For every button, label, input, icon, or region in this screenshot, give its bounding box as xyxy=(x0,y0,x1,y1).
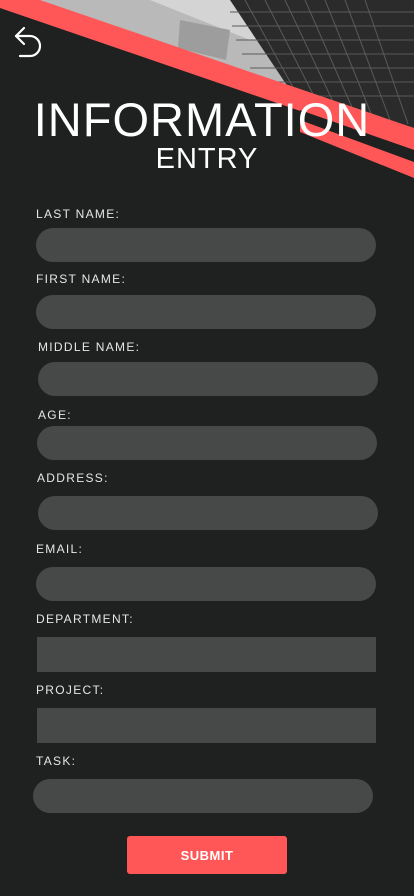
department-input[interactable] xyxy=(37,637,376,672)
back-button[interactable] xyxy=(12,22,46,62)
middle-name-input[interactable] xyxy=(38,362,378,396)
first-name-input[interactable] xyxy=(36,295,376,329)
information-entry-screen: INFORMATION ENTRY LAST NAME: FIRST NAME:… xyxy=(0,0,414,896)
task-label: TASK: xyxy=(36,754,77,768)
back-arrow-icon xyxy=(14,26,42,58)
page-title: INFORMATION xyxy=(33,93,371,146)
project-input[interactable] xyxy=(37,708,376,743)
department-label: DEPARTMENT: xyxy=(36,612,134,626)
last-name-label: LAST NAME: xyxy=(36,207,121,221)
age-label: AGE: xyxy=(38,408,72,422)
first-name-label: FIRST NAME: xyxy=(36,272,127,286)
email-label: EMAIL: xyxy=(36,542,84,556)
submit-button[interactable]: SUBMIT xyxy=(127,836,287,874)
task-input[interactable] xyxy=(33,779,373,813)
age-input[interactable] xyxy=(37,426,377,460)
address-label: ADDRESS: xyxy=(37,471,109,485)
email-input[interactable] xyxy=(36,567,376,601)
page-subtitle: ENTRY xyxy=(155,143,259,175)
project-label: PROJECT: xyxy=(36,683,105,697)
middle-name-label: MIDDLE NAME: xyxy=(38,340,141,354)
address-input[interactable] xyxy=(38,496,378,530)
last-name-input[interactable] xyxy=(36,228,376,262)
